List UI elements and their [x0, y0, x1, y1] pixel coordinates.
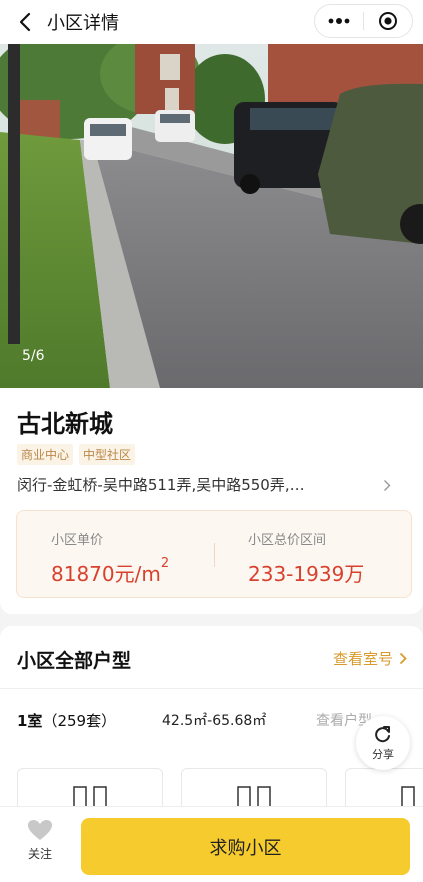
more-dots-icon[interactable] — [315, 5, 363, 37]
share-button[interactable]: 分享 — [356, 716, 410, 770]
chevron-right-icon — [383, 477, 391, 496]
total-price-value: 233-1939万 — [248, 562, 365, 586]
estate-tags: 商业中心 中型社区 — [17, 444, 136, 465]
buy-in-estate-button[interactable]: 求购小区 — [81, 818, 410, 875]
total-price-block: 小区总价区间 233-1939万 — [248, 529, 364, 587]
section-divider — [0, 688, 423, 689]
unit-price-label: 小区单价 — [51, 533, 104, 548]
room-area-range: 42.5㎡-65.68㎡ — [162, 713, 267, 729]
room-type-name: 1室（259套） — [17, 712, 117, 730]
price-summary-box: 小区单价 81870元/m2 小区总价区间 233-1939万 — [16, 510, 412, 598]
tag-badge: 中型社区 — [79, 444, 136, 465]
share-label: 分享 — [372, 748, 394, 761]
chevron-right-icon — [399, 652, 407, 665]
unit-superscript: 2 — [160, 556, 170, 571]
view-room-numbers-label: 查看室号 — [332, 650, 393, 668]
bottom-action-bar: 关注 求购小区 — [0, 806, 423, 882]
tag-badge: 商业中心 — [17, 444, 74, 465]
price-divider — [214, 543, 215, 567]
heart-icon — [28, 820, 52, 840]
estate-info-card: 古北新城 商业中心 中型社区 闵行-金虹桥-吴中路511弄,吴中路550弄,… … — [0, 388, 423, 614]
page-title: 小区详情 — [47, 13, 119, 34]
unit-price-block: 小区单价 81870元/m2 — [51, 529, 169, 587]
mini-program-capsule — [314, 4, 413, 38]
estate-name: 古北新城 — [17, 410, 113, 438]
address-row[interactable]: 闵行-金虹桥-吴中路511弄,吴中路550弄,… — [17, 474, 397, 495]
address-text: 闵行-金虹桥-吴中路511弄,吴中路550弄,… — [17, 476, 305, 494]
view-room-numbers-link[interactable]: 查看室号 — [333, 648, 407, 669]
unit-price-value: 81870元/m2 — [51, 556, 170, 586]
estate-detail-page: 小区详情 5/6 古北新城 商业中心 中型社区 闵行-金虹桥-吴中路511弄,吴… — [0, 0, 423, 882]
layouts-title: 小区全部户型 — [17, 650, 132, 672]
total-price-label: 小区总价区间 — [248, 533, 327, 548]
share-icon — [375, 726, 390, 743]
room-type-row[interactable]: 1室（259套） 42.5㎡-65.68㎡ 查看户型 — [17, 710, 407, 734]
street-photo-image — [0, 44, 423, 388]
estate-photo[interactable]: 5/6 — [0, 44, 423, 388]
follow-button[interactable]: 关注 — [20, 819, 60, 862]
target-close-icon[interactable] — [364, 5, 412, 37]
follow-label: 关注 — [27, 847, 52, 861]
back-arrow-icon[interactable] — [13, 10, 37, 34]
nav-header: 小区详情 — [0, 0, 423, 44]
photo-counter: 5/6 — [22, 348, 45, 364]
floorplan-thumbnails — [17, 768, 423, 828]
